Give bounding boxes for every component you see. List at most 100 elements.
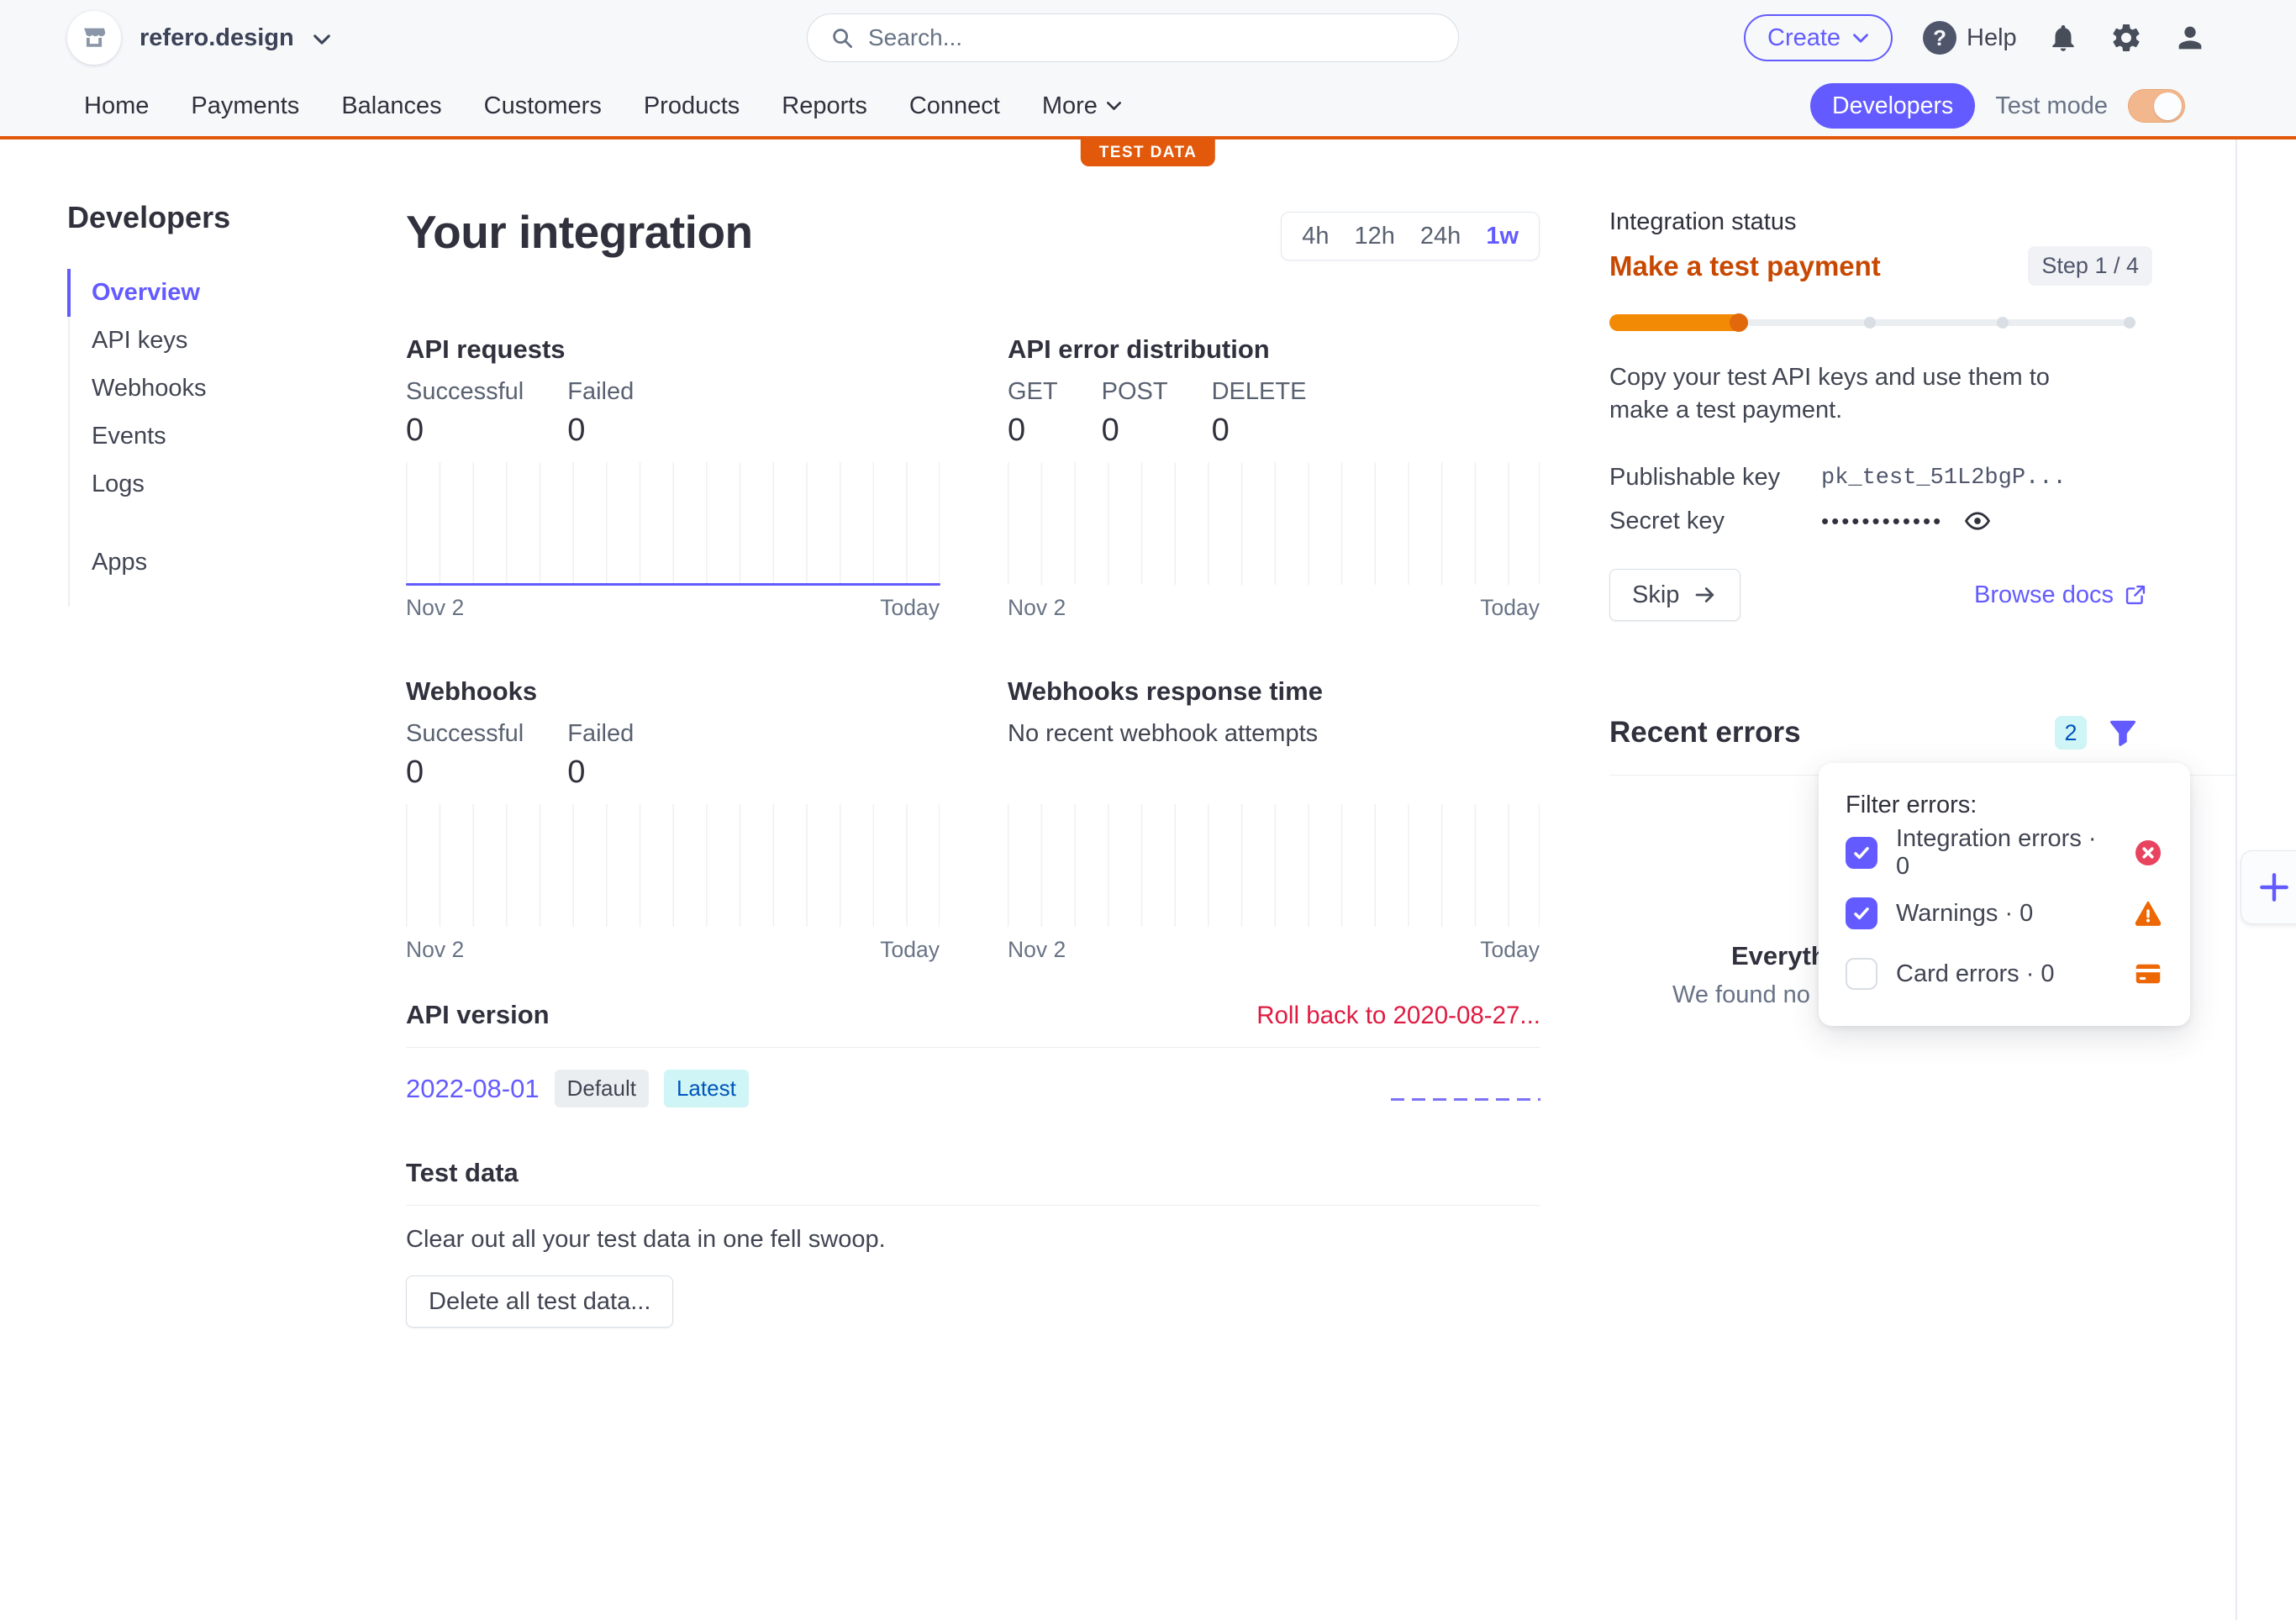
integration-errors-checkbox[interactable] [1846,837,1877,869]
delete-all-test-data-button[interactable]: Delete all test data... [406,1275,673,1328]
sidebar-item-api-keys[interactable]: API keys [70,317,345,365]
profile-avatar-icon[interactable] [2173,21,2207,55]
nav-item-payments[interactable]: Payments [191,92,299,120]
x-axis-start: Nov 2 [406,595,464,621]
charts-grid: API requests Successful 0 Failed 0 Nov 2… [406,334,1540,963]
notifications-bell-icon[interactable] [2047,22,2079,54]
chart-plot-area [1008,804,1540,927]
check-icon [1851,902,1872,924]
rollback-link[interactable]: Roll back to 2020-08-27... [1256,1002,1540,1030]
stat-delete: DELETE 0 [1212,378,1307,447]
arrow-right-icon [1693,582,1718,608]
filter-funnel-icon[interactable] [2107,717,2139,749]
secret-key-label: Secret key [1609,508,1821,535]
account-switcher[interactable]: refero.design [67,11,331,65]
sidebar-item-overview[interactable]: Overview [67,269,345,317]
check-icon [1851,842,1872,864]
api-version-link[interactable]: 2022-08-01 [406,1074,540,1104]
warning-triangle-icon [2133,898,2163,928]
create-button[interactable]: Create [1744,14,1893,61]
nav-item-connect[interactable]: Connect [909,92,1000,120]
sidebar-item-events[interactable]: Events [70,413,345,460]
nav-item-customers[interactable]: Customers [484,92,602,120]
filter-errors-popup: Filter errors: Integration errors · 0 Wa… [1819,763,2190,1026]
sidebar-title: Developers [67,200,230,235]
add-plus-button[interactable] [2241,850,2296,924]
integration-status-panel: Integration status Make a test payment S… [1609,208,2152,621]
step-badge: Step 1 / 4 [2028,246,2152,286]
developers-sidebar: Overview API keys Webhooks Events Logs A… [68,269,345,607]
x-axis-end: Today [1480,937,1540,963]
section-title: API version [406,1000,550,1030]
integration-progress-bar [1609,314,2135,331]
secret-key-mask: •••••••••••• [1821,508,1943,534]
latest-badge: Latest [664,1070,749,1107]
test-mode-label: Test mode [1995,92,2108,120]
developers-button[interactable]: Developers [1810,83,1975,129]
nav-item-more[interactable]: More [1042,92,1122,120]
x-axis-start: Nov 2 [1008,937,1066,963]
topbar-actions: Create ? Help [1744,0,2207,76]
test-mode-toggle[interactable] [2128,89,2185,123]
chevron-down-icon [1106,101,1122,111]
search-bar[interactable] [807,13,1459,62]
recent-errors-title: Recent errors [1609,716,1801,750]
card-errors-checkbox[interactable] [1846,958,1877,990]
right-panel-divider [2235,139,2237,1620]
search-icon [829,25,855,50]
chart-api-requests: API requests Successful 0 Failed 0 Nov 2… [406,334,940,621]
nav-item-balances[interactable]: Balances [341,92,441,120]
empty-state-text-fragment: We found no [1672,981,1810,1009]
range-option-12h[interactable]: 12h [1355,223,1395,250]
warnings-checkbox[interactable] [1846,897,1877,929]
external-link-icon [2124,583,2147,607]
test-data-section: Test data Clear out all your test data i… [406,1158,1540,1328]
test-data-badge: TEST DATA [1081,139,1215,166]
nav-item-products[interactable]: Products [644,92,740,120]
nav-item-reports[interactable]: Reports [782,92,867,120]
chart-empty-text: No recent webhook attempts [1008,720,1318,789]
default-badge: Default [555,1070,649,1107]
divider [406,1047,1540,1048]
sidebar-item-apps[interactable]: Apps [70,539,345,586]
skip-button[interactable]: Skip [1609,569,1740,621]
settings-gear-icon[interactable] [2109,21,2143,55]
topbar: refero.design Create ? Help [0,0,2296,76]
chevron-down-icon [313,34,331,45]
sidebar-item-webhooks[interactable]: Webhooks [70,365,345,413]
help-button[interactable]: ? Help [1923,21,2017,55]
publishable-key-value[interactable]: pk_test_51L2bgP... [1821,465,2067,491]
x-axis-end: Today [1480,595,1540,621]
error-circle-icon [2133,838,2163,868]
stat-failed: Failed 0 [567,720,634,789]
stat-failed: Failed 0 [567,378,634,447]
stat-get: GET 0 [1008,378,1058,447]
main-nav: Home Payments Balances Customers Product… [0,76,2296,139]
publishable-key-label: Publishable key [1609,464,1821,492]
range-option-1w[interactable]: 1w [1486,223,1519,250]
plus-icon [2256,869,2293,906]
section-title: Test data [406,1158,519,1188]
chart-title: API requests [406,334,940,365]
browse-docs-link[interactable]: Browse docs [1974,581,2147,609]
search-input[interactable] [868,24,1436,51]
api-version-section: API version Roll back to 2020-08-27... 2… [406,1000,1540,1107]
chart-api-error-distribution: API error distribution GET 0 POST 0 DELE… [1008,334,1540,621]
stat-successful: Successful 0 [406,720,524,789]
filter-option-warnings: Warnings · 0 [1846,886,2163,940]
account-name: refero.design [140,24,294,52]
range-option-4h[interactable]: 4h [1302,223,1329,250]
question-icon: ? [1923,21,1956,55]
chart-webhooks-response-time: Webhooks response time No recent webhook… [1008,676,1540,963]
chart-title: Webhooks [406,676,940,707]
range-option-24h[interactable]: 24h [1420,223,1461,250]
chart-title: Webhooks response time [1008,676,1540,707]
filter-option-card-errors: Card errors · 0 [1846,947,2163,1001]
nav-item-home[interactable]: Home [84,92,149,120]
reveal-secret-eye-icon[interactable] [1963,507,1992,535]
chart-plot-area [406,804,940,927]
chart-plot-area [1008,462,1540,585]
stat-post: POST 0 [1102,378,1168,447]
sidebar-item-logs[interactable]: Logs [70,460,345,508]
divider [406,1205,1540,1206]
